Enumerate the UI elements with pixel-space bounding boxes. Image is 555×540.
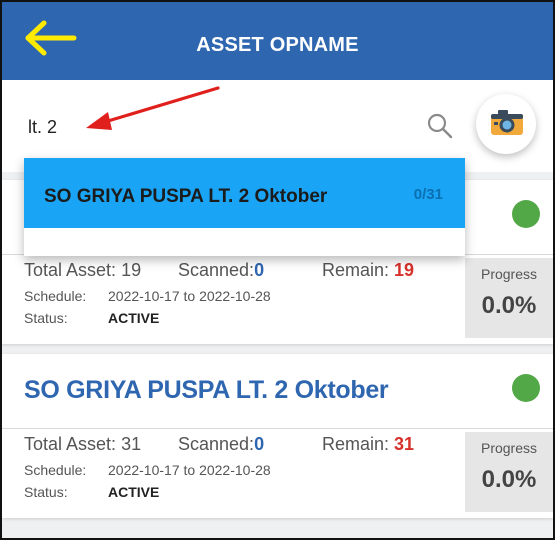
schedule-label: Schedule: [24,462,87,478]
progress-label: Progress [480,266,538,282]
remain-value: 31 [394,434,415,454]
app-screen: ASSET OPNAME lt. 2 Total Asset: 19 Scann… [0,0,555,540]
autocomplete-dropdown: SO GRIYA PUSPA LT. 2 Oktober 0/31 [24,158,465,256]
scanned-value: 0 [254,434,265,454]
status-dot [512,200,540,228]
total-asset-value: 31 [121,434,142,454]
scanned: Scanned:0 [178,434,264,455]
opname-card[interactable]: SO GRIYA PUSPA LT. 2 Oktober Total Asset… [2,354,553,518]
card-divider [2,428,553,429]
total-asset-label: Total Asset: [24,434,117,454]
scanned-label: Scanned: [178,260,255,280]
camera-icon [491,110,523,135]
progress-label: Progress [480,440,538,456]
suggestion-count: 0/31 [413,186,443,203]
status-value: ACTIVE [108,310,160,326]
scanned-label: Scanned: [178,434,255,454]
progress-value: 0.0% [481,466,537,493]
search-input[interactable] [28,112,418,142]
total-asset: Total Asset: 19 [24,260,141,281]
progress-box: Progress 0.0% [465,258,553,338]
total-asset-label: Total Asset: [24,260,117,280]
search-icon[interactable] [426,112,454,140]
remain-label: Remain: [322,260,390,280]
card-details: Total Asset: 19 Scanned:0 Remain: 19 Sch… [24,258,454,330]
card-details: Total Asset: 31 Scanned:0 Remain: 31 Sch… [24,432,454,504]
remain-value: 19 [394,260,415,280]
remain-label: Remain: [322,434,390,454]
status-dot [512,374,540,402]
status-value: ACTIVE [108,484,160,500]
camera-scan-button[interactable] [476,94,536,154]
card-title: SO GRIYA PUSPA LT. 2 Oktober [24,376,389,404]
scanned: Scanned:0 [178,260,264,281]
schedule-value: 2022-10-17 to 2022-10-28 [108,288,271,304]
total-asset: Total Asset: 31 [24,434,141,455]
status-label: Status: [24,310,68,326]
scanned-value: 0 [254,260,265,280]
progress-value: 0.0% [481,292,537,319]
total-asset-value: 19 [121,260,142,280]
suggestion-item[interactable]: SO GRIYA PUSPA LT. 2 Oktober 0/31 [24,158,465,228]
remain: Remain: 31 [322,434,414,455]
suggestion-title: SO GRIYA PUSPA LT. 2 Oktober [44,186,328,207]
schedule-value: 2022-10-17 to 2022-10-28 [108,462,271,478]
remain: Remain: 19 [322,260,414,281]
schedule-label: Schedule: [24,288,87,304]
page-title: ASSET OPNAME [196,34,359,56]
progress-box: Progress 0.0% [465,432,553,512]
status-label: Status: [24,484,68,500]
app-header: ASSET OPNAME [2,2,553,80]
